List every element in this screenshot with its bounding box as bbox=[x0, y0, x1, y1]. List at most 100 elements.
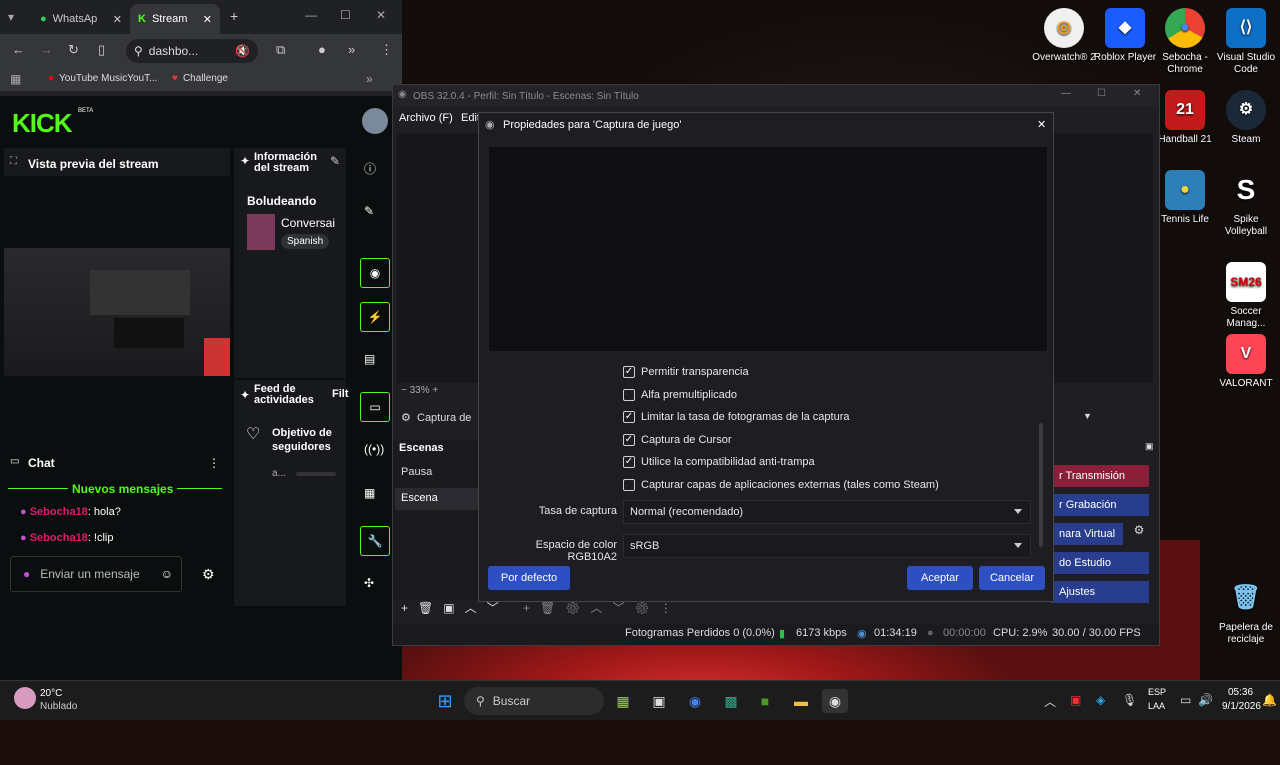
maximize-icon[interactable]: ☐ bbox=[1097, 88, 1106, 99]
checkbox-capture-cursor[interactable]: ✓ Captura de Cursor bbox=[623, 431, 732, 449]
keyboard-layout[interactable]: LAA bbox=[1148, 701, 1165, 711]
desktop-icon-handball[interactable]: 21 Handball 21 bbox=[1150, 90, 1220, 146]
file-explorer-icon[interactable]: ▬ bbox=[788, 689, 814, 713]
category-name[interactable]: Conversai bbox=[281, 216, 335, 230]
mic-icon[interactable]: 🎙 bbox=[1122, 693, 1137, 707]
checkbox[interactable]: ✓ bbox=[623, 456, 635, 468]
close-icon[interactable]: ✕ bbox=[113, 13, 122, 26]
more-tools-icon[interactable]: » bbox=[348, 42, 355, 57]
volume-icon[interactable]: 🔊 bbox=[1198, 693, 1213, 707]
wrench-icon[interactable]: 🔧 bbox=[360, 526, 390, 556]
info-icon[interactable]: ⓘ bbox=[364, 160, 376, 177]
checkbox-allow-transparency[interactable]: ✓ Permitir transparencia bbox=[623, 363, 749, 381]
apps-icon[interactable]: ✣ bbox=[364, 576, 374, 590]
chrome-taskbar-icon[interactable]: ◉ bbox=[682, 689, 708, 713]
weather-icon[interactable] bbox=[14, 687, 36, 709]
accept-button[interactable]: Aceptar bbox=[907, 566, 973, 590]
weather-temp[interactable]: 20°C bbox=[40, 688, 62, 699]
tray-app-icon[interactable]: ▣ bbox=[1070, 693, 1081, 707]
forward-icon[interactable]: → bbox=[40, 42, 53, 57]
checkbox[interactable]: ✓ bbox=[623, 366, 635, 378]
scene-item-selected[interactable]: Escena bbox=[395, 488, 481, 510]
reload-icon[interactable]: ↻ bbox=[68, 42, 79, 58]
clock-date[interactable]: 9/1/2026 bbox=[1222, 701, 1261, 712]
bookmark-challenge[interactable]: ♥ Challenge bbox=[172, 73, 228, 84]
stream-preview-video[interactable] bbox=[4, 248, 230, 376]
cancel-button[interactable]: Cancelar bbox=[979, 566, 1045, 590]
tab-search-icon[interactable]: ▾ bbox=[8, 10, 14, 24]
emoji-icon[interactable]: ☺ bbox=[161, 567, 173, 581]
chevron-icon[interactable]: ✦ bbox=[240, 388, 250, 402]
site-info-icon[interactable]: ⚲ bbox=[134, 44, 143, 58]
desktop-icon-chrome[interactable]: ● Sebocha - Chrome bbox=[1150, 8, 1220, 76]
tab-stream[interactable]: K Stream ✕ bbox=[130, 4, 220, 34]
task-view-icon[interactable]: ▣ bbox=[646, 689, 672, 713]
extensions-icon[interactable]: ⧉ bbox=[276, 42, 285, 58]
tab-whatsapp[interactable]: ● WhatsAp ✕ bbox=[32, 4, 130, 34]
checkbox[interactable] bbox=[623, 389, 635, 401]
close-icon[interactable]: ✕ bbox=[203, 13, 212, 26]
start-stream-button[interactable]: r Transmisión bbox=[1051, 465, 1149, 487]
desktop-icon-valorant[interactable]: V VALORANT bbox=[1211, 334, 1280, 390]
chat-menu-icon[interactable]: ⋮ bbox=[208, 456, 220, 470]
desktop-icon-spike[interactable]: S Spike Volleyball bbox=[1211, 170, 1280, 238]
close-icon[interactable]: ✕ bbox=[1037, 118, 1046, 131]
minimize-icon[interactable]: — bbox=[1061, 88, 1071, 99]
source-toolbar[interactable]: ⚙ Captura de bbox=[401, 411, 471, 424]
color-space-select[interactable]: sRGB bbox=[623, 534, 1031, 558]
checkbox[interactable]: ✓ bbox=[623, 411, 635, 423]
start-icon[interactable]: ⊞ bbox=[432, 689, 458, 713]
split-view-icon[interactable]: ▯ bbox=[98, 42, 105, 58]
kick-logo[interactable]: KICK bbox=[12, 108, 73, 139]
chevron-icon[interactable]: ✦ bbox=[240, 154, 250, 168]
close-icon[interactable]: ✕ bbox=[1133, 88, 1141, 99]
bookmark-youtube-music[interactable]: ● YouTube MusicYouT... bbox=[48, 73, 157, 84]
checkbox-anti-cheat[interactable]: ✓ Utilice la compatibilidad anti-trampa bbox=[623, 453, 815, 471]
weather-desc[interactable]: Nublado bbox=[40, 701, 77, 712]
chat-bubble-icon[interactable]: ▭ bbox=[360, 392, 390, 422]
new-tab-button[interactable]: + bbox=[230, 8, 238, 24]
checkbox[interactable]: ✓ bbox=[623, 434, 635, 446]
avatar[interactable] bbox=[362, 108, 388, 134]
back-icon[interactable]: ← bbox=[12, 42, 25, 57]
defender-icon[interactable]: ◈ bbox=[1096, 693, 1105, 707]
gear-icon[interactable]: ⚙ bbox=[1129, 523, 1149, 545]
bookmark-star-icon[interactable]: ☆ bbox=[236, 42, 248, 58]
network-icon[interactable]: ▭ bbox=[1180, 693, 1191, 707]
lightning-icon[interactable]: ⚡ bbox=[360, 302, 390, 332]
layout-icon[interactable]: ▦ bbox=[364, 486, 375, 500]
desktop-icon-steam[interactable]: ⚙ Steam bbox=[1211, 90, 1280, 146]
desktop-icon-overwatch[interactable]: ◎ Overwatch® 2 bbox=[1029, 8, 1099, 64]
desktop-icon-recycle[interactable]: 🗑 Papelera de reciclaje bbox=[1211, 578, 1280, 646]
capture-rate-select[interactable]: Normal (recomendado) bbox=[623, 500, 1031, 524]
menu-icon[interactable]: ⋮ bbox=[380, 42, 393, 58]
checkbox[interactable] bbox=[623, 479, 635, 491]
tray-chevron-icon[interactable]: ︿ bbox=[1044, 693, 1056, 710]
obs-taskbar-icon[interactable]: ◉ bbox=[822, 689, 848, 713]
game-app-icon[interactable]: ▦ bbox=[610, 689, 636, 713]
desktop-icon-vscode[interactable]: ⟨⟩ Visual Studio Code bbox=[1211, 8, 1280, 76]
minimize-icon[interactable]: — bbox=[305, 8, 317, 22]
search-box[interactable]: ⚲ Buscar bbox=[464, 687, 604, 715]
camera-icon[interactable]: ◉ bbox=[360, 258, 390, 288]
chat-input[interactable]: ● Enviar un mensaje ☺ bbox=[10, 556, 182, 592]
start-recording-button[interactable]: r Grabación bbox=[1051, 494, 1149, 516]
minecraft-icon[interactable]: ■ bbox=[752, 689, 778, 713]
close-window-icon[interactable]: ✕ bbox=[376, 8, 386, 22]
feed-filter-button[interactable]: Filt bbox=[332, 388, 349, 400]
chevron-down-icon[interactable]: ▼ bbox=[1083, 411, 1092, 421]
profile-avatar[interactable]: ● bbox=[318, 42, 326, 57]
language-indicator[interactable]: ESP bbox=[1148, 687, 1166, 697]
app-taskbar-icon[interactable]: ▩ bbox=[718, 689, 744, 713]
desktop-icon-soccer[interactable]: SM26 Soccer Manag... bbox=[1211, 262, 1280, 330]
desktop-icon-tennis[interactable]: ● Tennis Life bbox=[1150, 170, 1220, 226]
broadcast-icon[interactable]: ((•)) bbox=[364, 442, 384, 456]
clock-time[interactable]: 05:36 bbox=[1228, 687, 1253, 698]
document-icon[interactable]: ▤ bbox=[364, 352, 375, 366]
defaults-button[interactable]: Por defecto bbox=[488, 566, 570, 590]
notification-icon[interactable]: 🔔 bbox=[1262, 693, 1277, 707]
pen-icon[interactable]: ✎ bbox=[364, 204, 374, 218]
menu-archivo[interactable]: Archivo (F) bbox=[399, 112, 453, 124]
chat-settings-icon[interactable]: ⚙ bbox=[202, 566, 215, 583]
new-messages-divider[interactable]: Nuevos mensajes bbox=[68, 482, 178, 496]
